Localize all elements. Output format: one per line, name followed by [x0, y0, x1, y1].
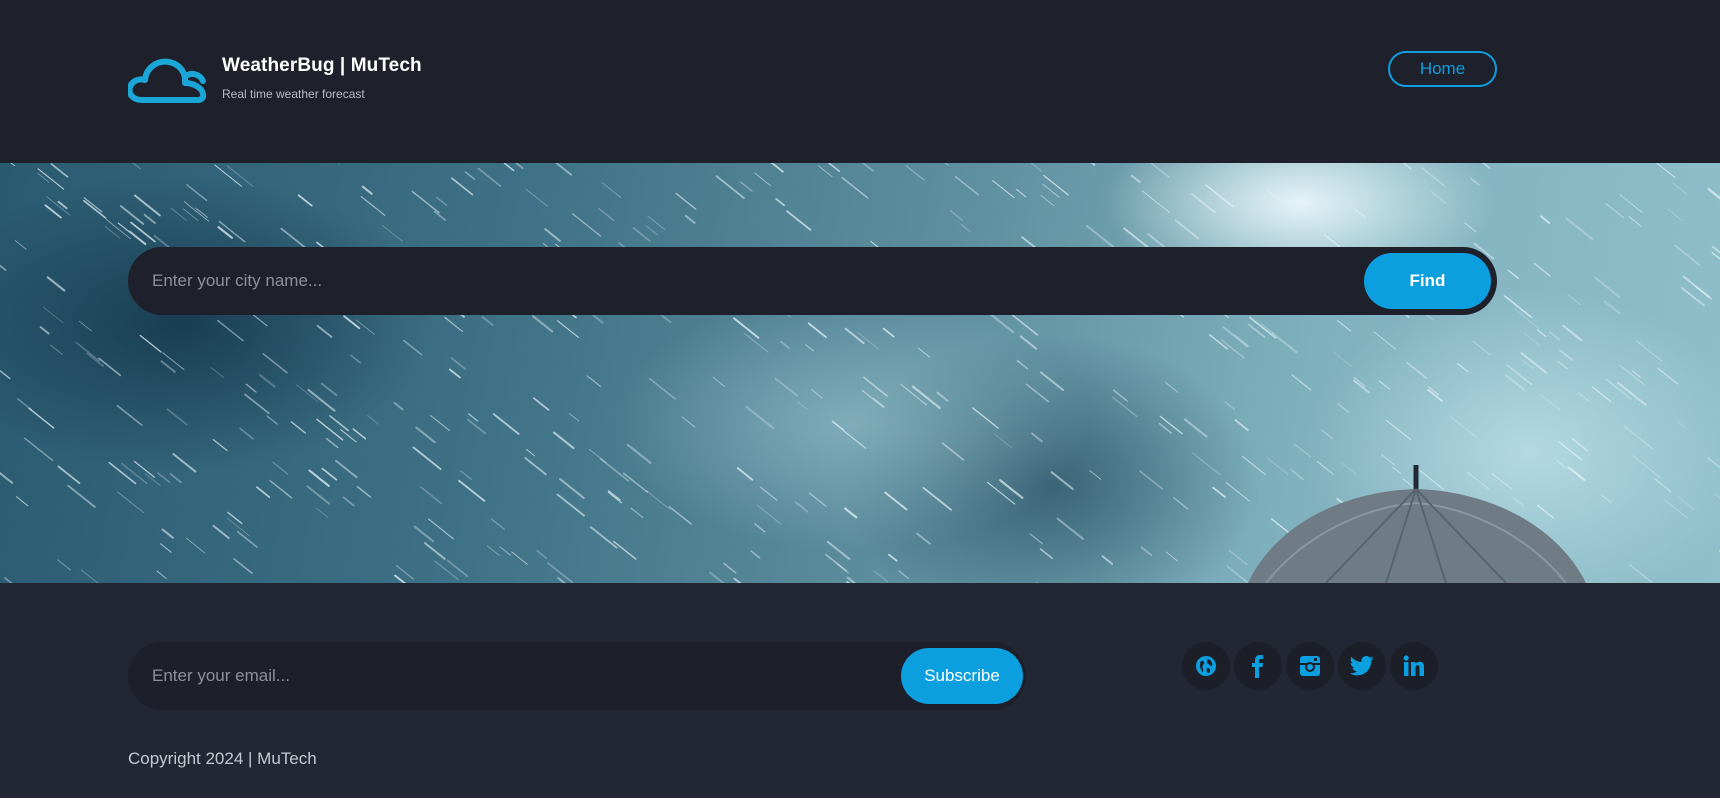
- find-button[interactable]: Find: [1364, 253, 1491, 309]
- twitter-icon[interactable]: [1338, 642, 1386, 690]
- hero-banner: Find: [0, 163, 1720, 583]
- newsletter-form: Subscribe: [128, 642, 1026, 710]
- subscribe-button[interactable]: Subscribe: [901, 648, 1023, 704]
- social-links: [1182, 642, 1438, 690]
- copyright-text: Copyright 2024 | MuTech: [128, 749, 317, 768]
- linkedin-icon[interactable]: [1390, 642, 1438, 690]
- umbrella-image: [1248, 465, 1586, 583]
- email-input[interactable]: [152, 642, 892, 710]
- home-nav-button[interactable]: Home: [1388, 51, 1497, 87]
- city-search-bar: Find: [128, 247, 1497, 315]
- brand-subtitle: Real time weather forecast: [222, 87, 365, 101]
- site-header: WeatherBug | MuTech Real time weather fo…: [0, 0, 1720, 163]
- instagram-icon[interactable]: [1286, 642, 1334, 690]
- site-footer: Subscribe: [0, 583, 1720, 798]
- city-search-input[interactable]: [152, 247, 1342, 315]
- globe-icon[interactable]: [1182, 642, 1230, 690]
- facebook-icon[interactable]: [1234, 642, 1282, 690]
- brand-title: WeatherBug | MuTech: [222, 55, 422, 76]
- cloud-icon: [126, 56, 208, 104]
